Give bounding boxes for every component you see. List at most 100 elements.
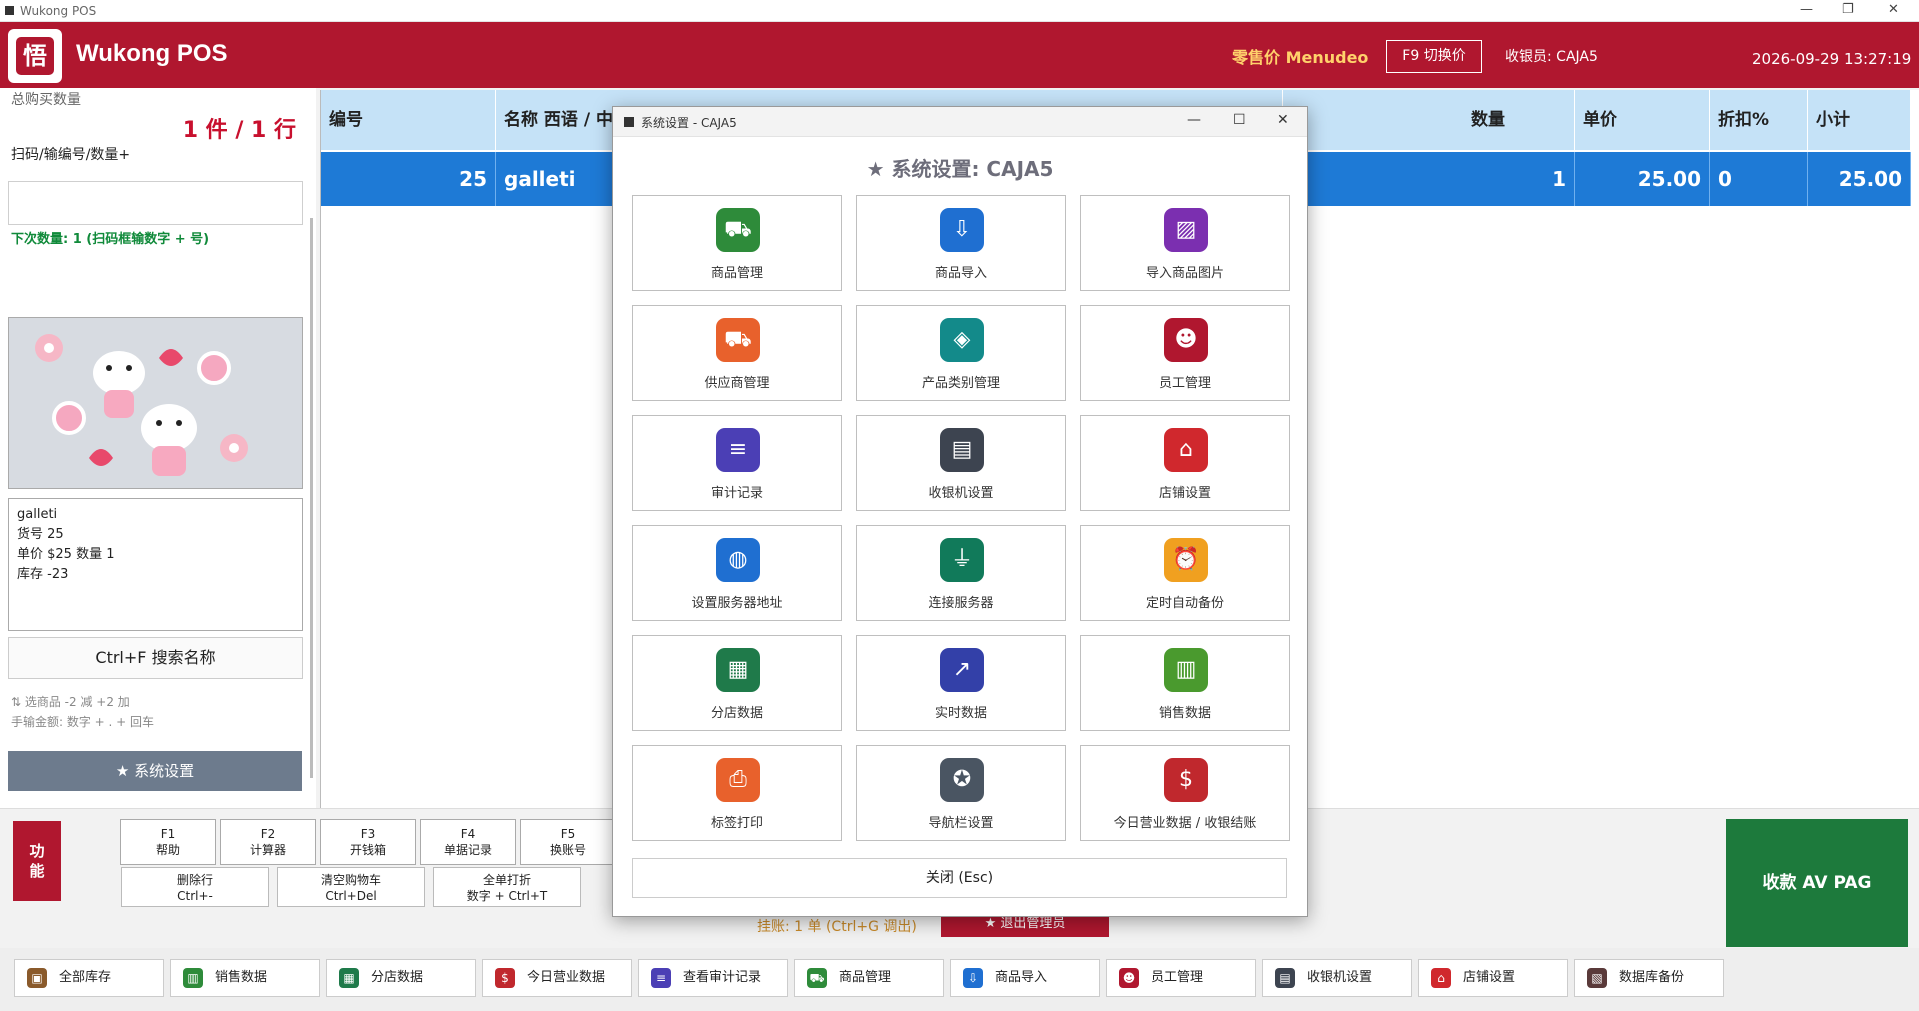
settings-card[interactable]: ▦ 分店数据 bbox=[632, 635, 842, 731]
settings-card-label: 审计记录 bbox=[710, 486, 763, 501]
product-info-box: galleti 货号 25 单价 $25 数量 1 库存 -23 bbox=[8, 498, 303, 631]
col-qty[interactable]: 数量 bbox=[1463, 90, 1575, 150]
product-info-price-qty: 单价 $25 数量 1 bbox=[17, 547, 115, 562]
toolbar-button-label: 查看审计记录 bbox=[683, 970, 762, 985]
settings-card-label: 员工管理 bbox=[1158, 376, 1211, 391]
toolbar-button[interactable]: ⌂ 店铺设置 bbox=[1418, 959, 1568, 997]
toolbar-button[interactable]: ▣ 全部库存 bbox=[14, 959, 164, 997]
fkey-label: 帮助 bbox=[155, 843, 180, 857]
bottom-toolbar: ▣ 全部库存 ▥ 销售数据 ▦ 分店数据 $ 今日营业数据 ≡ 查看审计记录 ⛟ 商品管理 ⇩ 商品导入 ☻… bbox=[0, 948, 1919, 1011]
f2-calculator-button[interactable]: F2 计算器 bbox=[220, 819, 316, 865]
switch-price-button[interactable]: F9 切换价 bbox=[1386, 40, 1482, 73]
toolbar-button[interactable]: ⛟ 商品管理 bbox=[794, 959, 944, 997]
left-scrollbar[interactable] bbox=[310, 218, 313, 778]
settings-card[interactable]: ⛟ 商品管理 bbox=[632, 195, 842, 291]
settings-card-label: 商品管理 bbox=[710, 266, 763, 281]
action-shortcut: Ctrl+Del bbox=[325, 889, 377, 903]
truck-icon: ⛟ bbox=[716, 318, 760, 362]
action-label: 全单打折 bbox=[482, 873, 531, 887]
register-icon: ▤ bbox=[1275, 968, 1295, 988]
clear-cart-button[interactable]: 清空购物车 Ctrl+Del bbox=[277, 867, 425, 907]
fkey-code: F5 bbox=[560, 827, 576, 841]
money-bag-icon: $ bbox=[495, 968, 515, 988]
toolbar-button[interactable]: ▥ 销售数据 bbox=[170, 959, 320, 997]
delete-row-button[interactable]: 删除行 Ctrl+- bbox=[121, 867, 269, 907]
f4-records-button[interactable]: F4 单据记录 bbox=[420, 819, 516, 865]
window-titlebar: Wukong POS — ❐ ✕ bbox=[0, 0, 1919, 22]
col-discount[interactable]: 折扣% bbox=[1710, 90, 1808, 150]
plug-icon: ⏚ bbox=[940, 538, 984, 582]
close-button[interactable]: 关闭 (Esc) bbox=[632, 858, 1287, 898]
dialog-maximize-button[interactable]: ☐ bbox=[1233, 112, 1246, 128]
settings-card[interactable]: $ 今日营业数据 / 收银结账 bbox=[1080, 745, 1290, 841]
toolbar-button-label: 分店数据 bbox=[371, 970, 424, 985]
settings-card[interactable]: ☻ 员工管理 bbox=[1080, 305, 1290, 401]
import-icon: ⇩ bbox=[963, 968, 983, 988]
settings-card-label: 设置服务器地址 bbox=[691, 596, 783, 611]
toolbar-button[interactable]: ▦ 分店数据 bbox=[326, 959, 476, 997]
f3-cash-drawer-button[interactable]: F3 开钱箱 bbox=[320, 819, 416, 865]
settings-card[interactable]: ⇩ 商品导入 bbox=[856, 195, 1066, 291]
settings-card[interactable]: ◍ 设置服务器地址 bbox=[632, 525, 842, 621]
hint-manual-amount: 手输金额: 数字 + . + 回车 bbox=[11, 715, 155, 729]
toolbar-button[interactable]: ⇩ 商品导入 bbox=[950, 959, 1100, 997]
settings-card[interactable]: ▨ 导入商品图片 bbox=[1080, 195, 1290, 291]
settings-card[interactable]: ⏚ 连接服务器 bbox=[856, 525, 1066, 621]
toolbar-button-label: 店铺设置 bbox=[1463, 970, 1516, 985]
toolbar-button[interactable]: $ 今日营业数据 bbox=[482, 959, 632, 997]
settings-card[interactable]: ◈ 产品类别管理 bbox=[856, 305, 1066, 401]
price-mode: 零售价 Menudeo bbox=[1232, 48, 1369, 67]
settings-card[interactable]: ✪ 导航栏设置 bbox=[856, 745, 1066, 841]
scan-label: 扫码/输编号/数量+ bbox=[11, 147, 131, 163]
settings-card[interactable]: ⏰ 定时自动备份 bbox=[1080, 525, 1290, 621]
toolbar-button[interactable]: ▤ 收银机设置 bbox=[1262, 959, 1412, 997]
system-settings-dialog: 系统设置 - CAJA5 — ☐ ✕ ★ 系统设置: CAJA5 ⛟ 商品管理 ⇩ 商… bbox=[612, 106, 1308, 917]
settings-card-label: 收银机设置 bbox=[928, 486, 994, 501]
col-subtotal[interactable]: 小计 bbox=[1808, 90, 1911, 150]
close-window-button[interactable]: ✕ bbox=[1888, 2, 1899, 17]
toolbar-button[interactable]: ≡ 查看审计记录 bbox=[638, 959, 788, 997]
scan-input[interactable] bbox=[8, 181, 303, 225]
dialog-close-icon[interactable]: ✕ bbox=[1277, 112, 1289, 128]
compass-icon: ✪ bbox=[940, 758, 984, 802]
money-bag-icon: $ bbox=[1164, 758, 1208, 802]
fkey-code: F1 bbox=[160, 827, 176, 841]
minimize-button[interactable]: — bbox=[1800, 2, 1813, 17]
f5-switch-account-button[interactable]: F5 换账号 bbox=[520, 819, 616, 865]
held-orders-label[interactable]: 挂账: 1 单 (Ctrl+G 调出) bbox=[757, 916, 917, 936]
settings-card-label: 今日营业数据 / 收银结账 bbox=[1113, 816, 1257, 831]
system-settings-button[interactable]: ★ 系统设置 bbox=[8, 751, 302, 791]
settings-card[interactable]: ≡ 审计记录 bbox=[632, 415, 842, 511]
settings-card[interactable]: ↗ 实时数据 bbox=[856, 635, 1066, 731]
bar-chart-icon: ▥ bbox=[1164, 648, 1208, 692]
settings-card-label: 导航栏设置 bbox=[928, 816, 994, 831]
chart-icon: ▥ bbox=[183, 968, 203, 988]
toolbar-button[interactable]: ☻ 员工管理 bbox=[1106, 959, 1256, 997]
people-icon: ☻ bbox=[1119, 968, 1139, 988]
cell-subtotal: 25.00 bbox=[1808, 152, 1911, 206]
col-price[interactable]: 单价 bbox=[1575, 90, 1710, 150]
col-code[interactable]: 编号 bbox=[321, 90, 496, 150]
whole-order-discount-button[interactable]: 全单打折 数字 + Ctrl+T bbox=[433, 867, 581, 907]
search-name-button[interactable]: Ctrl+F 搜索名称 bbox=[8, 637, 303, 679]
settings-card-label: 销售数据 bbox=[1158, 706, 1211, 721]
settings-card[interactable]: ⎙ 标签打印 bbox=[632, 745, 842, 841]
settings-card-label: 标签打印 bbox=[710, 816, 763, 831]
hint-select: ⇅ 选商品 -2 减 +2 加 bbox=[11, 695, 130, 709]
settings-card-label: 定时自动备份 bbox=[1145, 596, 1224, 611]
settings-card[interactable]: ▥ 销售数据 bbox=[1080, 635, 1290, 731]
fkey-label: 计算器 bbox=[249, 843, 286, 857]
toolbar-button[interactable]: ▧ 数据库备份 bbox=[1574, 959, 1724, 997]
pay-button[interactable]: 收款 AV PAG bbox=[1726, 819, 1908, 947]
dialog-minimize-button[interactable]: — bbox=[1187, 112, 1201, 128]
fkey-label: 换账号 bbox=[549, 843, 586, 857]
cart-icon: ⛟ bbox=[716, 208, 760, 252]
settings-card[interactable]: ▤ 收银机设置 bbox=[856, 415, 1066, 511]
cell-qty: 1 bbox=[1463, 152, 1575, 206]
toolbar-button-label: 数据库备份 bbox=[1619, 970, 1685, 985]
f1-help-button[interactable]: F1 帮助 bbox=[120, 819, 216, 865]
settings-card[interactable]: ⌂ 店铺设置 bbox=[1080, 415, 1290, 511]
maximize-button[interactable]: ❐ bbox=[1842, 2, 1854, 17]
box-icon: ▣ bbox=[27, 968, 47, 988]
settings-card[interactable]: ⛟ 供应商管理 bbox=[632, 305, 842, 401]
